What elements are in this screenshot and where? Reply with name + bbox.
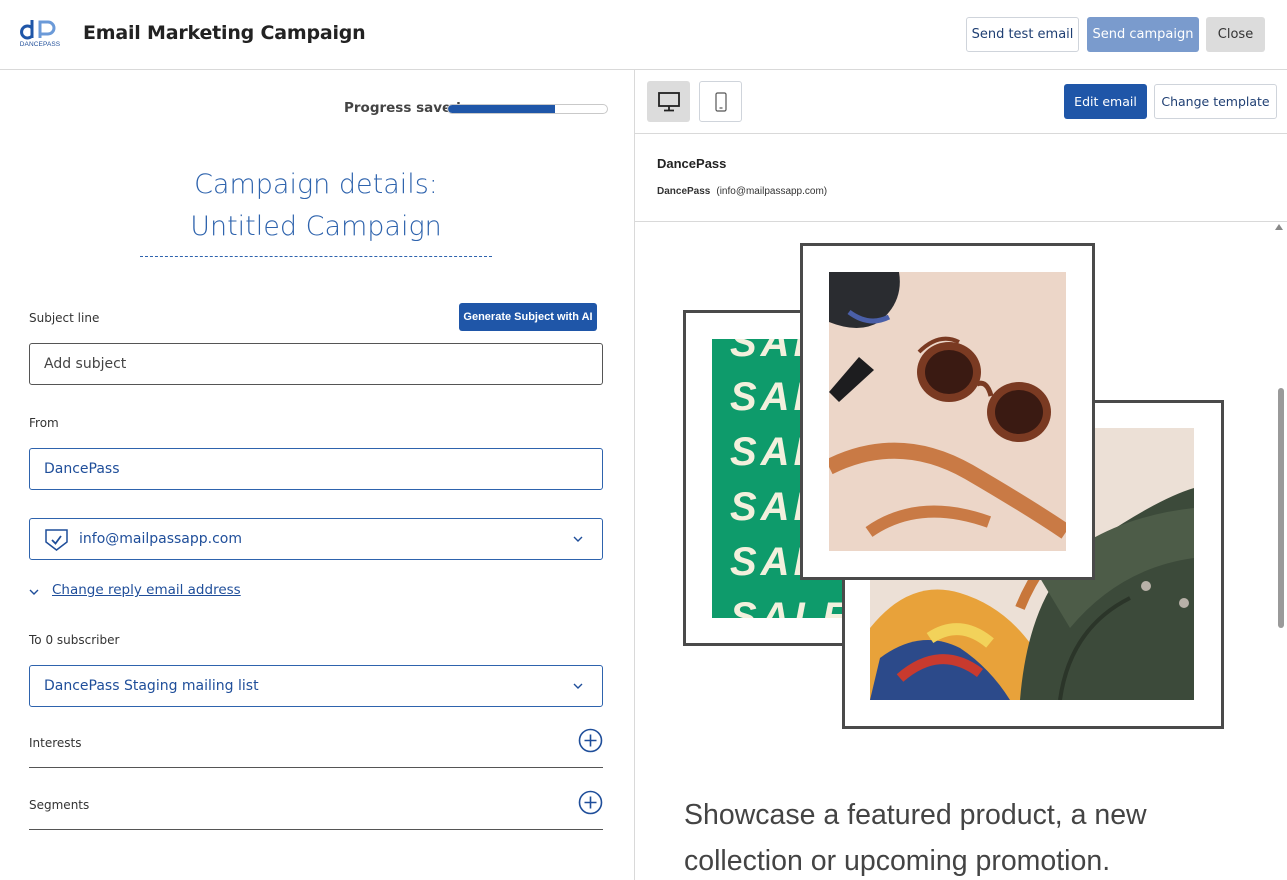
mobile-view-button[interactable]	[699, 81, 742, 122]
subject-input[interactable]: Add subject	[29, 343, 603, 385]
chevron-down-icon	[573, 536, 583, 542]
plus-circle-icon[interactable]	[578, 728, 603, 753]
mailing-list-select[interactable]: DancePass Staging mailing list	[29, 665, 603, 707]
change-reply-email-link[interactable]: Change reply email address	[52, 582, 241, 598]
sender-email: (info@mailpassapp.com)	[716, 186, 828, 197]
segments-label: Segments	[29, 798, 90, 812]
sender-name: DancePass	[657, 156, 727, 171]
generate-subject-ai-button[interactable]: Generate Subject with AI	[459, 303, 597, 331]
progress-bar-fill	[448, 105, 555, 113]
page-title: Email Marketing Campaign	[83, 22, 366, 44]
progress-label: Progress saved	[344, 100, 461, 116]
chevron-down-icon[interactable]	[28, 586, 40, 598]
sender-sub-name: DancePass	[657, 186, 711, 197]
preview-scrollbar[interactable]	[1278, 388, 1284, 628]
sunglasses-photo	[829, 272, 1066, 551]
from-email-select[interactable]: info@mailpassapp.com	[29, 518, 603, 560]
campaign-title: Campaign details: Untitled Campaign	[140, 164, 492, 248]
change-template-button[interactable]: Change template	[1154, 84, 1277, 119]
close-button[interactable]: Close	[1206, 17, 1265, 52]
email-preview-panel: Edit email Change template DancePass Dan…	[634, 70, 1287, 880]
to-label: To 0 subscriber	[29, 633, 120, 647]
from-label: From	[29, 416, 59, 430]
sale-text: SALE	[730, 595, 853, 618]
desktop-view-button[interactable]	[647, 81, 690, 122]
scroll-up-arrow[interactable]	[1275, 224, 1283, 230]
campaign-details-panel: Progress saved Campaign details: Untitle…	[0, 70, 634, 880]
subject-label: Subject line	[29, 311, 100, 325]
dancepass-logo: DANCEPASS	[18, 18, 62, 54]
plus-circle-icon[interactable]	[578, 790, 603, 815]
mailing-list-value: DancePass Staging mailing list	[44, 678, 259, 694]
progress-bar	[447, 104, 608, 114]
send-campaign-button[interactable]: Send campaign	[1087, 17, 1199, 52]
sunglasses-image-frame	[800, 243, 1095, 580]
segments-accordion[interactable]: Segments	[29, 790, 603, 830]
sender-details: DancePass (info@mailpassapp.com)	[657, 186, 827, 197]
shield-check-icon	[45, 529, 68, 551]
interests-label: Interests	[29, 736, 82, 750]
from-name-input[interactable]: DancePass	[29, 448, 603, 490]
preview-sender: DancePass DancePass (info@mailpassapp.com…	[635, 134, 1287, 222]
preview-toolbar: Edit email Change template	[635, 70, 1287, 134]
campaign-title-line2: Untitled Campaign	[190, 211, 442, 242]
interests-accordion[interactable]: Interests	[29, 728, 603, 768]
edit-email-button[interactable]: Edit email	[1064, 84, 1147, 119]
email-headline: Showcase a featured product, a new colle…	[684, 799, 1147, 877]
send-test-email-button[interactable]: Send test email	[966, 17, 1079, 52]
mobile-icon	[714, 91, 727, 112]
desktop-icon	[657, 91, 680, 111]
chevron-down-icon	[573, 683, 583, 689]
email-preview-body: SALE SALE SALE SALE SALE SALE Showcase a…	[635, 222, 1287, 880]
app-header: DANCEPASS Email Marketing Campaign Send …	[0, 0, 1287, 70]
title-divider	[140, 256, 492, 257]
from-email-value: info@mailpassapp.com	[79, 531, 243, 547]
logo-text: DANCEPASS	[19, 41, 61, 48]
campaign-title-line1: Campaign details:	[194, 169, 438, 200]
